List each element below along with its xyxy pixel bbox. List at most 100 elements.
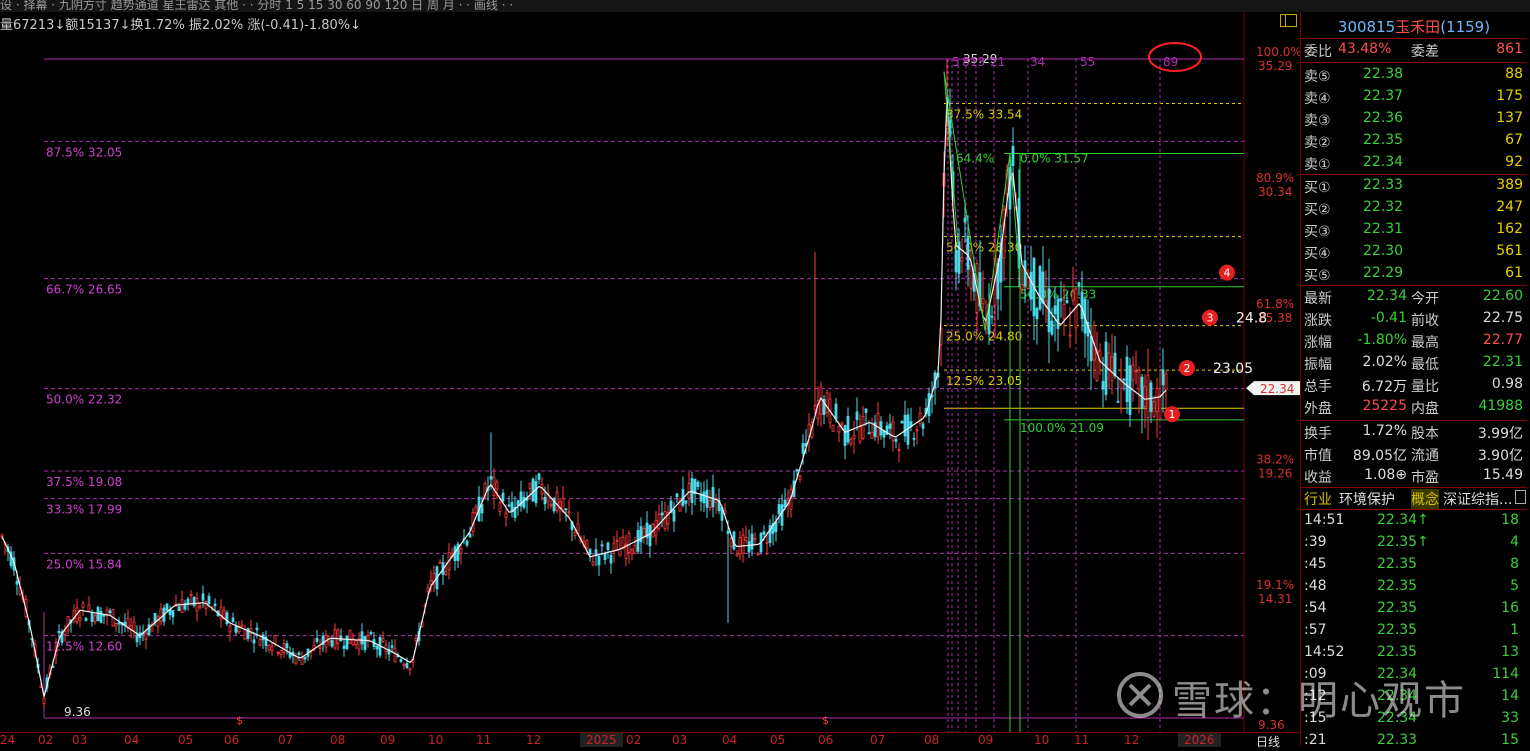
volume-info: 量67213↓额15137↓换1.72% 振2.02% 涨(-0.41)-1.8…: [0, 18, 362, 33]
concept-label[interactable]: 概念: [1411, 489, 1439, 509]
ask-row[interactable]: 卖② 22.35 67: [1301, 130, 1527, 151]
ask-row[interactable]: 卖① 22.34 92: [1301, 152, 1527, 173]
industry-value[interactable]: 环境保护: [1339, 489, 1395, 509]
candle-body: [735, 553, 739, 557]
kline-chart[interactable]: 87.5% 32.05 66.7% 26.65 50.0% 22.32 37.5% 1…: [0, 12, 1300, 732]
candle-body: [657, 514, 661, 529]
bid-row[interactable]: 买⑤ 22.29 61: [1301, 263, 1527, 284]
stat-label: 最低: [1411, 357, 1439, 373]
candle-body: [1056, 298, 1060, 329]
candle-body: [135, 634, 139, 643]
bid-label: 买②: [1304, 202, 1331, 218]
candle-body: [438, 561, 442, 564]
toolbar-text[interactable]: 设 · 择幕 · 九阴方寸 趋势通道 星王雷达 其他 · · 分时 1 5 15…: [0, 0, 513, 12]
candle-body: [795, 468, 799, 472]
candle-body: [573, 531, 577, 536]
tick-row: :57 22.35 1: [1301, 620, 1527, 641]
candle-body: [567, 511, 571, 514]
candle-body: [114, 622, 118, 627]
bid-row[interactable]: 买③ 22.31 162: [1301, 219, 1527, 240]
stat-value: 2.02%: [1362, 354, 1407, 370]
candle-body: [252, 639, 256, 644]
candle-body: [165, 603, 169, 612]
stat-label: 内盘: [1411, 401, 1439, 417]
ask-row[interactable]: 卖④ 22.37 175: [1301, 86, 1527, 107]
candle-body: [159, 608, 163, 622]
bid-row[interactable]: 买② 22.32 247: [1301, 197, 1527, 218]
cycle-label: 8: [962, 55, 970, 69]
candle-body: [93, 615, 97, 623]
candle-body: [1143, 385, 1147, 407]
ask-row[interactable]: 卖③ 22.36 137: [1301, 108, 1527, 129]
bid-price: 22.33: [1363, 177, 1404, 193]
stat-label: 市值: [1304, 448, 1332, 464]
tick-time: 14:52: [1304, 644, 1345, 660]
right-axis-price: 19.26: [1258, 466, 1292, 480]
candle-body: [609, 554, 613, 564]
candle-body: [243, 629, 247, 640]
stat-row: 总手 6.72万 量比 0.98: [1301, 374, 1527, 395]
cycle-label: 13: [970, 55, 985, 69]
bid-volume: 561: [1496, 243, 1523, 259]
candle-body: [255, 627, 259, 631]
right-axis-price: 35.29: [1258, 59, 1292, 73]
bid-label: 买③: [1304, 224, 1331, 240]
stat-value: -1.80%: [1357, 332, 1407, 348]
candle-body: [690, 478, 694, 503]
bid-row[interactable]: 买① 22.33 389: [1301, 175, 1527, 196]
candle-body: [303, 656, 307, 660]
cycle-label: 89: [1163, 55, 1178, 69]
candle-body: [1146, 374, 1150, 419]
ask-row[interactable]: 卖⑤ 22.38 88: [1301, 64, 1527, 85]
candle-body: [564, 508, 568, 511]
candle-body: [705, 489, 709, 508]
current-price-label: 22.34: [1260, 382, 1294, 396]
bid-row[interactable]: 买④ 22.30 561: [1301, 241, 1527, 262]
ask-price: 22.38: [1363, 66, 1404, 82]
tick-row: :48 22.35 5: [1301, 576, 1527, 597]
ask-volume: 88: [1505, 66, 1523, 82]
fib-green-top-label: 64.4%: [956, 152, 994, 166]
right-axis-pct: 100.0%: [1256, 45, 1300, 59]
candle-body: [399, 659, 403, 662]
stat-label: 总手: [1304, 379, 1332, 395]
ask-volume: 175: [1496, 88, 1523, 104]
candle-body: [516, 500, 520, 506]
tick-volume: 33: [1501, 710, 1519, 726]
candle-body: [852, 435, 856, 439]
tick-volume: 13: [1501, 644, 1519, 660]
ask-label: 卖①: [1304, 157, 1331, 173]
candle-body: [729, 538, 733, 548]
x-tick-label: 12: [526, 733, 542, 747]
concept-value[interactable]: 深证综指...: [1443, 489, 1512, 509]
stat-label: 前收: [1411, 313, 1439, 329]
stat-value: 6.72万: [1361, 379, 1407, 395]
candle-body: [693, 478, 697, 494]
candle-body: [153, 612, 157, 623]
candle-body: [1011, 145, 1015, 166]
candle-body: [981, 298, 985, 305]
candle-body: [381, 637, 385, 642]
right-axis-price: 30.34: [1258, 185, 1292, 199]
candle-body: [171, 610, 175, 618]
stat-label: 今开: [1411, 291, 1439, 307]
ask-volume: 67: [1505, 132, 1523, 148]
candle-body: [1068, 334, 1072, 337]
tab-button-2[interactable]: [1285, 14, 1297, 27]
x-tick-label: 02: [38, 733, 54, 747]
tick-time: :54: [1304, 600, 1327, 616]
candle-body: [633, 545, 637, 555]
candle-body: [363, 636, 367, 651]
x-tick-label: 09: [380, 733, 396, 747]
expand-icon[interactable]: [1515, 490, 1526, 504]
stock-title: 300815玉禾田(1159): [1301, 16, 1527, 37]
period-label[interactable]: 日线: [1256, 733, 1280, 750]
candle-body: [840, 422, 844, 426]
ask-label: 卖④: [1304, 91, 1331, 107]
candle-body: [756, 553, 760, 556]
candle-body: [156, 616, 160, 627]
ask-price: 22.37: [1363, 88, 1404, 104]
weibi-value: 43.48%: [1338, 41, 1392, 57]
candle-body: [825, 392, 829, 414]
candle-body: [468, 533, 472, 538]
